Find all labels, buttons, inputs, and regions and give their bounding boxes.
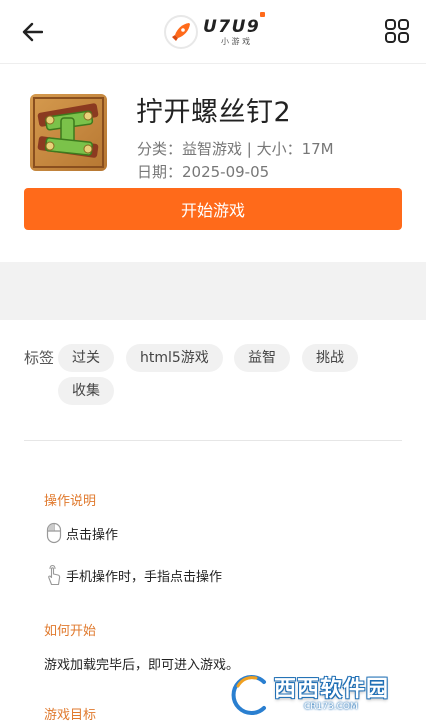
how-to-start-text: 游戏加载完毕后，即可进入游戏。 [44, 658, 240, 673]
logo-dot [260, 12, 265, 17]
click-instruction: 点击操作 [44, 522, 118, 544]
menu-grid-button[interactable] [384, 18, 410, 44]
cr173-logo-icon [226, 672, 272, 718]
mouse-icon [44, 522, 64, 544]
rocket-logo-icon [164, 15, 198, 49]
tap-hand-icon [44, 564, 64, 586]
game-goal-title: 游戏目标 [44, 708, 97, 723]
tag-item[interactable]: 过关 [58, 344, 114, 372]
game-thumbnail [30, 94, 107, 171]
click-instruction-text: 点击操作 [66, 527, 119, 543]
logo-wordmark: U7U9 [203, 16, 261, 37]
mobile-instruction: 手机操作时，手指点击操作 [44, 564, 222, 586]
mobile-instruction-text: 手机操作时，手指点击操作 [66, 569, 223, 585]
back-button[interactable] [14, 16, 50, 48]
start-game-button[interactable]: 开始游戏 [24, 188, 402, 230]
how-to-start-title: 如何开始 [44, 624, 97, 639]
game-date: 日期：2025-09-05 [137, 163, 270, 181]
cr173-watermark: 西西软件园 CR173.COM [226, 670, 416, 720]
section-divider [24, 440, 402, 441]
arrow-left-icon [22, 22, 43, 42]
game-category-size: 分类：益智游戏 | 大小：17M [137, 140, 334, 158]
tags-label: 标签 [24, 349, 55, 367]
ad-placeholder-band [0, 262, 426, 320]
tag-item[interactable]: 收集 [58, 377, 114, 405]
grid-menu-icon [385, 19, 409, 43]
game-title: 拧开螺丝钉2 [136, 97, 292, 128]
tag-item[interactable]: 挑战 [302, 344, 358, 372]
logo-subtitle: 小 游 戏 [221, 36, 251, 46]
operation-title: 操作说明 [44, 494, 97, 509]
watermark-sub-text: CR173.COM [304, 701, 358, 712]
top-bar: U7U9 小 游 戏 [0, 0, 426, 64]
watermark-main-text: 西西软件园 [274, 676, 390, 702]
tag-item[interactable]: 益智 [234, 344, 290, 372]
tag-item[interactable]: html5游戏 [126, 344, 223, 372]
site-logo[interactable]: U7U9 小 游 戏 [164, 12, 274, 52]
